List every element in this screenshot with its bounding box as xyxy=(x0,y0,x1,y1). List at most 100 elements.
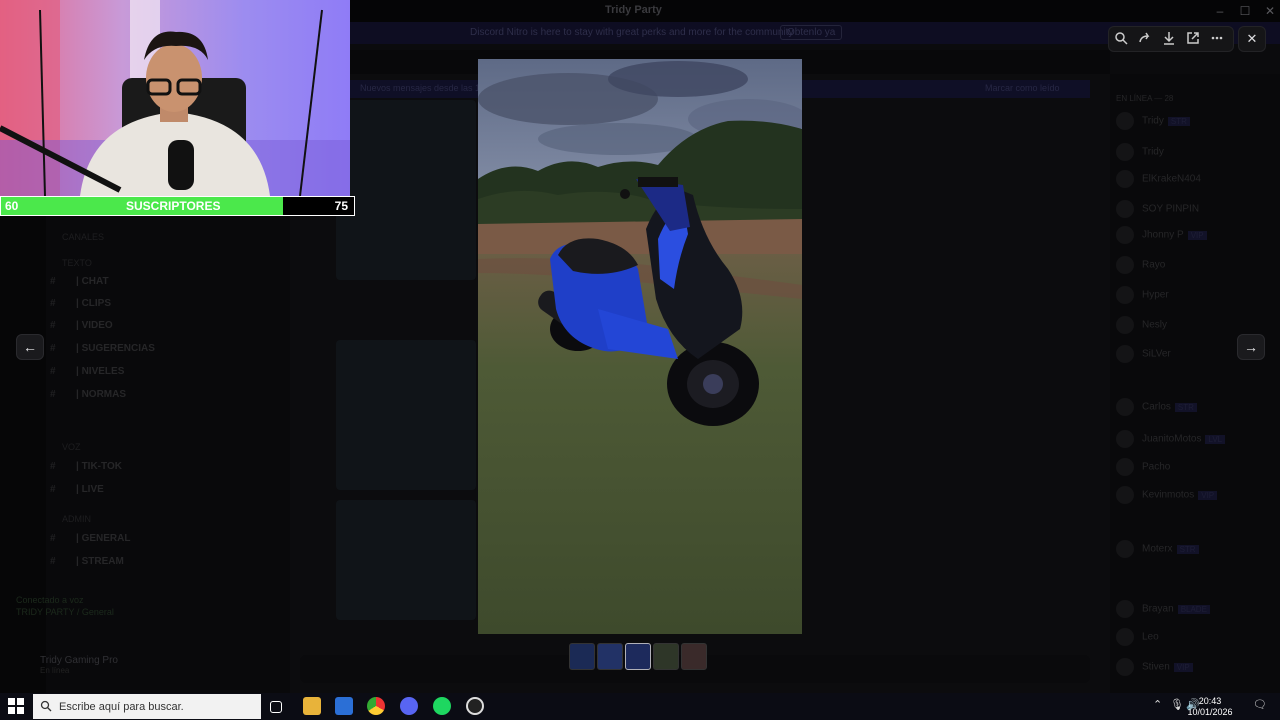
thumbnail[interactable] xyxy=(597,643,623,670)
subscriber-label: SUSCRIPTORES xyxy=(126,199,221,213)
minimize-icon[interactable]: – xyxy=(1212,3,1228,19)
zoom-icon[interactable] xyxy=(1113,31,1129,47)
member-name: Nesly xyxy=(1142,319,1168,331)
channel-item[interactable]: # | CLIPS xyxy=(50,298,111,314)
member-item[interactable]: Rayo xyxy=(1116,256,1165,274)
spotify-icon[interactable] xyxy=(433,697,451,715)
channel-item[interactable]: # | STREAM xyxy=(50,556,124,572)
user-name: Tridy Gaming Pro xyxy=(40,655,118,666)
channel-item[interactable]: # | LIVE xyxy=(50,484,104,500)
scooter-photo xyxy=(478,59,802,634)
clock-date: 10/01/2026 xyxy=(1187,707,1233,717)
member-name: Tridy xyxy=(1142,146,1164,158)
category-label[interactable]: CANALES xyxy=(62,232,104,242)
maximize-icon[interactable]: ☐ xyxy=(1237,3,1253,19)
avatar xyxy=(1116,316,1134,334)
avatar xyxy=(1116,430,1134,448)
forward-icon[interactable] xyxy=(1137,31,1153,47)
thumbnail[interactable] xyxy=(569,643,595,670)
chat-image[interactable] xyxy=(336,100,476,280)
member-item[interactable]: Stiven VIP xyxy=(1116,658,1193,676)
channel-item[interactable]: # | TIK-TOK xyxy=(50,461,122,477)
member-item[interactable]: Nesly xyxy=(1116,316,1167,334)
member-name: Pacho xyxy=(1142,461,1171,473)
channel-label: | STREAM xyxy=(76,556,124,567)
member-item[interactable]: Pacho xyxy=(1116,458,1170,476)
channel-item[interactable]: # | VIDEO xyxy=(50,320,113,336)
task-view-icon[interactable] xyxy=(270,701,282,713)
thumbnail[interactable] xyxy=(653,643,679,670)
member-item[interactable]: Carlos STR xyxy=(1116,398,1197,416)
obs-icon[interactable] xyxy=(466,697,484,715)
window-title: Tridy Party xyxy=(605,4,662,16)
member-item[interactable]: Tridy xyxy=(1116,143,1164,161)
viewer-image[interactable] xyxy=(478,59,802,634)
avatar xyxy=(1116,256,1134,274)
file-explorer-icon[interactable] xyxy=(303,697,321,715)
avatar xyxy=(1116,628,1134,646)
thumbnail-selected[interactable] xyxy=(625,643,651,670)
member-item[interactable]: JuanitoMotos LVL xyxy=(1116,430,1226,448)
avatar xyxy=(1116,286,1134,304)
member-item[interactable]: Kevinmotos VIP xyxy=(1116,486,1218,504)
clock-time: 20:43 xyxy=(1198,696,1222,706)
channel-item[interactable]: # | GENERAL xyxy=(50,533,130,549)
taskbar-clock[interactable]: 20:43 10/01/2026 xyxy=(1180,696,1240,718)
member-tag: STR xyxy=(1167,116,1190,126)
mark-read-button[interactable]: Marcar como leído xyxy=(985,83,1060,93)
member-item[interactable]: Brayan BLADE xyxy=(1116,600,1210,618)
previous-image-button[interactable]: ← xyxy=(16,334,44,360)
window-close-icon[interactable]: ✕ xyxy=(1262,3,1278,19)
member-name: Hyper xyxy=(1142,289,1169,301)
category-label[interactable]: TEXTO xyxy=(62,258,92,268)
category-label[interactable]: ADMIN xyxy=(62,514,91,524)
channel-label: | TIK-TOK xyxy=(76,461,122,472)
notifications-icon[interactable]: 🗨 xyxy=(1253,698,1267,711)
nitro-banner-button[interactable]: Obtenlo ya xyxy=(780,25,843,40)
member-item[interactable]: Tridy STR xyxy=(1116,112,1190,130)
avatar xyxy=(1116,398,1134,416)
member-item[interactable]: SOY PINPIN xyxy=(1116,200,1199,218)
avatar xyxy=(1116,112,1134,130)
more-icon[interactable] xyxy=(1209,31,1225,47)
close-viewer-button[interactable]: ✕ xyxy=(1238,26,1266,52)
member-item[interactable]: Hyper xyxy=(1116,286,1169,304)
user-panel[interactable]: Tridy Gaming Pro En línea xyxy=(8,655,118,675)
member-name: Kevinmotos xyxy=(1142,489,1195,501)
member-name: Carlos xyxy=(1142,401,1171,413)
member-item[interactable]: Moterx STR xyxy=(1116,540,1199,558)
windows-start-icon[interactable] xyxy=(8,698,24,714)
title-bar xyxy=(350,0,1280,22)
channel-item[interactable]: # | NORMAS xyxy=(50,389,126,405)
discord-icon[interactable] xyxy=(400,697,418,715)
member-name: SiLVer xyxy=(1142,348,1171,360)
member-item[interactable]: Jhonny P VIP xyxy=(1116,226,1207,244)
nitro-banner-text: Discord Nitro is here to stay with great… xyxy=(470,27,794,38)
chat-image[interactable] xyxy=(336,500,476,620)
streamer-webcam-image xyxy=(0,0,350,196)
open-external-icon[interactable] xyxy=(1185,31,1201,47)
download-icon[interactable] xyxy=(1161,31,1177,47)
member-tag: VIP xyxy=(1187,230,1207,240)
channel-item[interactable]: # | SUGERENCIAS xyxy=(50,343,155,359)
chrome-icon[interactable] xyxy=(367,697,385,715)
category-label[interactable]: VOZ xyxy=(62,442,81,452)
member-item[interactable]: ElKrakeN404 xyxy=(1116,170,1201,188)
subscriber-goal-count: 75 xyxy=(334,199,348,213)
voice-status-text: Conectado a voz xyxy=(16,595,84,605)
member-item[interactable]: Leo xyxy=(1116,628,1159,646)
next-image-button[interactable]: → xyxy=(1237,334,1265,360)
arrow-right-icon: → xyxy=(1244,339,1258,355)
member-name: SOY PINPIN xyxy=(1142,203,1200,215)
member-item[interactable]: SiLVer xyxy=(1116,345,1171,363)
arrow-left-icon: ← xyxy=(23,339,37,355)
chevron-up-icon[interactable]: ⌃ xyxy=(1153,698,1162,711)
thumbnail[interactable] xyxy=(681,643,707,670)
channel-item[interactable]: # | NIVELES xyxy=(50,366,124,382)
store-icon[interactable] xyxy=(335,697,353,715)
avatar xyxy=(1116,540,1134,558)
webcam-overlay xyxy=(0,0,350,196)
taskbar-search-placeholder: Escribe aquí para buscar. xyxy=(59,701,184,713)
channel-item[interactable]: # | CHAT xyxy=(50,276,109,292)
chat-image[interactable] xyxy=(336,340,476,490)
